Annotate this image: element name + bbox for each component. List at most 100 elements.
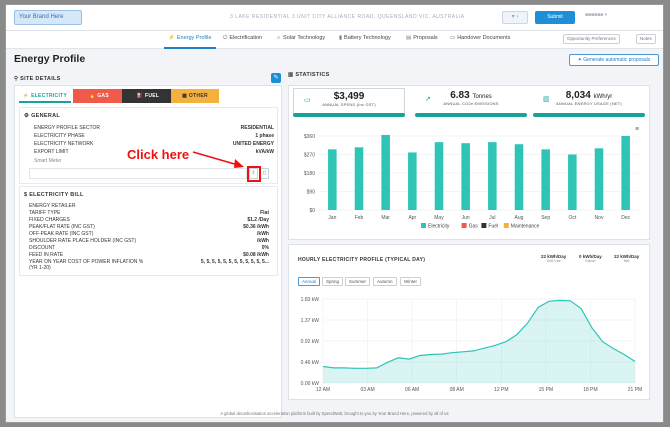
monthly-cost-chart: $0 $90 $180 $270 $360 Jan Feb Mar Apr May Jun Jul Au… (304, 134, 639, 230)
bill-row: FIXED CHARGES $1.2 /Day (29, 217, 269, 223)
bill-row: ENERGY RETAILER (29, 203, 76, 209)
bill-row: OFF-PEAK RATE (INC GST)/kWh (29, 231, 269, 237)
sun-icon: ☼ (276, 35, 282, 41)
grid-use-value: 22 kWh/Day Grid Use (541, 254, 567, 263)
bar (568, 154, 577, 210)
x-tick-label: 21 PM (628, 387, 642, 393)
x-tick-label: Apr (408, 215, 416, 221)
nav-bar: ⚡ Energy Profile ⏻ Electrification ☼ Solar … (6, 31, 663, 49)
stat-bar (293, 113, 405, 117)
x-tick-label: 18 PM (583, 387, 597, 393)
page-title: Energy Profile (14, 53, 86, 65)
legend-label: Gas (469, 224, 479, 230)
stat-bar (415, 113, 527, 117)
x-tick-label: Sep (541, 215, 550, 221)
generate-proposals-button[interactable]: ✦ Generate automatic proposals (569, 54, 659, 66)
brand-logo[interactable]: Your Brand Here (14, 10, 82, 25)
legend-swatch (421, 223, 426, 228)
submit-button[interactable]: Submit (535, 11, 575, 24)
statistics-card: ▭ $3,499 ANNUAL SPEND (inc GST) ↗ 6.83 T… (288, 85, 650, 240)
wallet-icon: ▭ (304, 97, 311, 104)
x-tick-label: Jun (462, 215, 470, 221)
x-tick-label: Nov (595, 215, 604, 221)
tab-gas[interactable]: 🔥 GAS (73, 89, 125, 103)
stat-annual-spend[interactable]: ▭ $3,499 ANNUAL SPEND (inc GST) (293, 88, 405, 116)
legend-label: Fuel (488, 224, 498, 230)
tab-other[interactable]: ▦ OTHER (171, 89, 219, 103)
plug-icon: ⏻ (223, 35, 228, 41)
site-details-card: ⚡ ELECTRICITY 🔥 GAS ⛽ FUEL ▦ OTHER ⚙ GEN… (14, 85, 282, 418)
tab-electricity[interactable]: ⚡ ELECTRICITY (19, 89, 71, 103)
tab-battery-technology[interactable]: ▮ Battery Technology (339, 35, 391, 41)
net-value: 22 kWh/Day Net (614, 254, 640, 263)
stat-annual-emissions[interactable]: ↗ 6.83 Tonnes ANNUAL CO2e EMISSIONS (415, 88, 527, 116)
legend-swatch (481, 223, 487, 228)
tab-proposals[interactable]: ▤ Proposals (406, 35, 438, 41)
folder-icon: ▭ (450, 35, 456, 41)
general-row: ENERGY PROFILE SECTOR RESIDENTIAL (34, 125, 274, 131)
x-tick-label: Oct (568, 215, 576, 221)
season-winter[interactable]: Winter (400, 277, 422, 286)
opportunity-preferences-button[interactable]: Opportunity Preferences (563, 34, 620, 44)
annotation-arrow-icon (192, 151, 244, 168)
menu-icon[interactable]: ≡ (635, 126, 639, 133)
y-tick-label: $270 (304, 153, 315, 159)
app-window: Your Brand Here 3 LAKE RESIDENTIAL 3 UNI… (5, 4, 664, 423)
edit-icon[interactable]: ✎ (271, 73, 281, 83)
legend-swatch (461, 223, 467, 228)
address-dropdown-button[interactable]: ▾ › (502, 11, 528, 24)
statistics-label: ▥ STATISTICS (288, 72, 330, 78)
x-tick-label: Jul (489, 215, 495, 221)
document-icon[interactable]: ▯ (260, 168, 269, 179)
tab-handover-documents[interactable]: ▭ Handover Documents (450, 35, 510, 41)
season-autumn[interactable]: Autumn (373, 277, 397, 286)
site-details-label: ⚲ SITE DETAILS (14, 76, 61, 82)
x-tick-label: Mar (381, 215, 390, 221)
bar (381, 134, 390, 210)
bar (461, 143, 470, 210)
bill-row: DISCOUNT 0% (29, 245, 269, 251)
bar (541, 149, 550, 210)
bar (488, 142, 497, 210)
tab-solar-technology[interactable]: ☼ Solar Technology (276, 35, 325, 41)
bar (434, 142, 444, 210)
bar (594, 148, 604, 210)
y-tick-label: $90 (307, 190, 316, 196)
bar (514, 144, 524, 210)
bill-row: (YR 1-20) (29, 265, 51, 271)
top-bar: Your Brand Here 3 LAKE RESIDENTIAL 3 UNI… (6, 5, 663, 31)
general-row: ELECTRICITY PHASE 1 phase (34, 133, 274, 139)
hourly-profile-card: HOURLY ELECTRICITY PROFILE (TYPICAL DAY)… (288, 244, 650, 400)
y-tick-label: 0.46 kW (301, 360, 320, 366)
general-heading: ⚙ GENERAL (24, 113, 61, 119)
document-icon: ▤ (406, 35, 412, 41)
notes-button[interactable]: Notes (636, 34, 656, 44)
season-annual[interactable]: Annual (298, 277, 321, 286)
x-tick-label: 08 AM (450, 387, 464, 393)
legend-swatch (503, 223, 509, 228)
click-here-annotation: Click here (127, 147, 190, 162)
active-tab-indicator (164, 47, 216, 49)
y-tick-label: 0.92 kW (301, 339, 320, 345)
tab-energy-profile[interactable]: ⚡ Energy Profile (168, 35, 211, 41)
x-tick-label: 06 AM (405, 387, 419, 393)
season-summer[interactable]: Summer (345, 277, 371, 286)
tab-fuel[interactable]: ⛽ FUEL (122, 89, 174, 103)
x-tick-label: Feb (355, 215, 364, 221)
legend-label: Maintenance (511, 224, 540, 230)
bar (328, 149, 337, 210)
x-tick-label: 15 PM (539, 387, 553, 393)
bill-row: FEED IN RATE $0.08 /kWh (29, 252, 269, 258)
bar (408, 152, 417, 210)
export-value: 0 kWh/Day Export (579, 254, 602, 263)
user-menu[interactable]: ■■■■■■ ▾ (585, 12, 647, 23)
x-tick-label: 03 AM (360, 387, 374, 393)
tab-electrification[interactable]: ⏻ Electrification (223, 35, 262, 42)
y-tick-label: $360 (304, 134, 315, 140)
season-spring[interactable]: Spring (322, 277, 344, 286)
stat-annual-usage[interactable]: ▥ 8,034 kWh/yr ANNUAL ENERGY USAGE (NET) (533, 88, 645, 116)
x-tick-label: 12 PM (494, 387, 508, 393)
electricity-bill-heading: $ ELECTRICITY BILL (24, 192, 84, 198)
bill-row: TARIFF TYPE Flat (29, 210, 269, 216)
bill-row: SHOULDER RATE PLACE HOLDER (INC GST)/kWh (29, 238, 269, 244)
